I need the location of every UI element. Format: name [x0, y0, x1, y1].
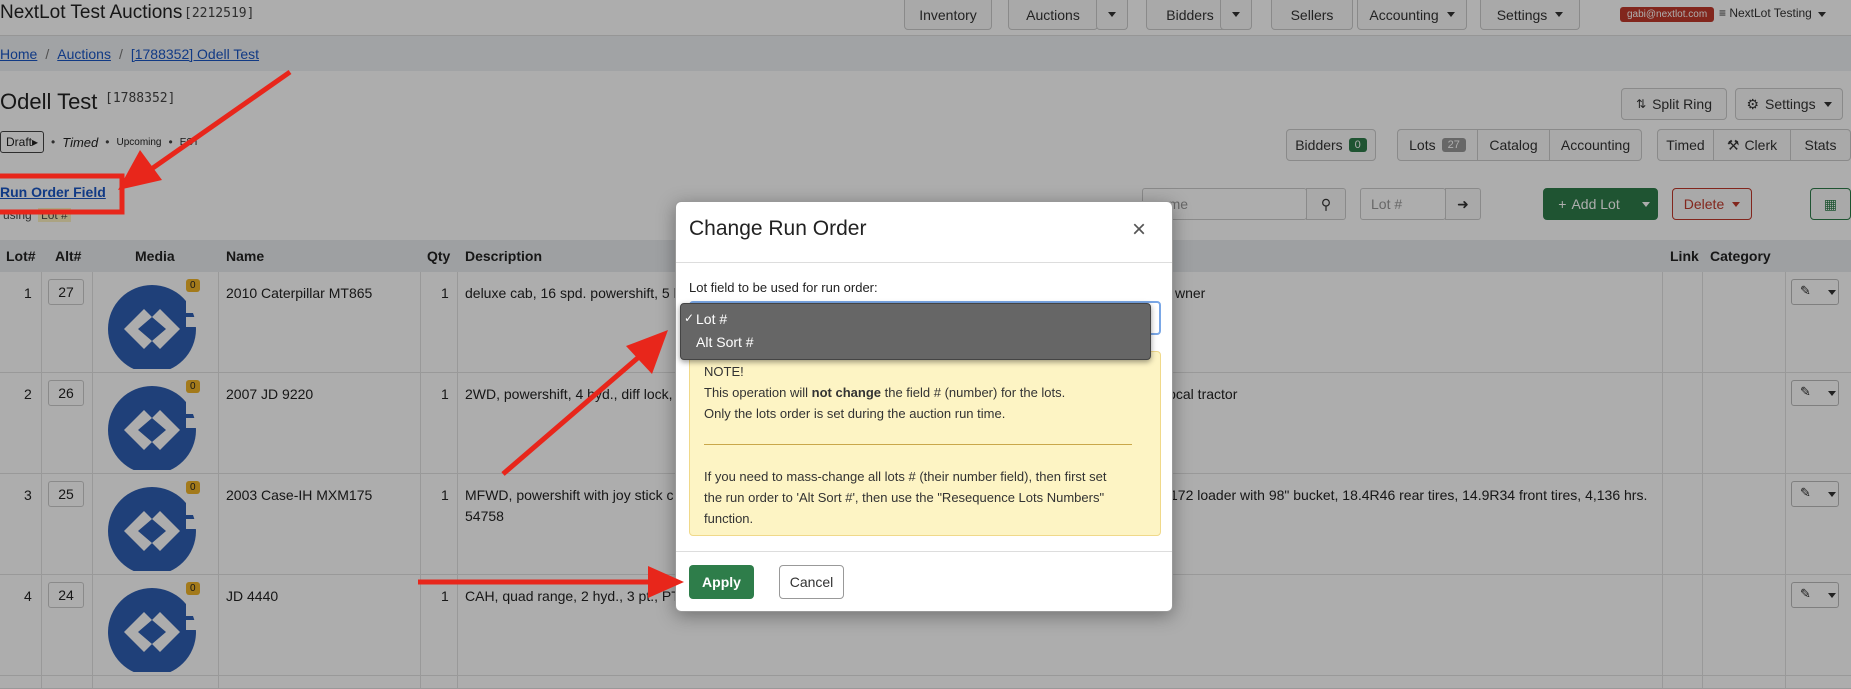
run-order-dropdown-list: ✓ Lot # Alt Sort # [680, 303, 1151, 360]
note-title: NOTE! [704, 364, 744, 379]
run-order-field-label: Lot field to be used for run order: [689, 280, 878, 295]
checkmark-icon: ✓ [684, 311, 695, 325]
note-para2-line1: If you need to mass-change all lots # (t… [704, 469, 1107, 484]
note-para2-line2: the run order to 'Alt Sort #', then use … [704, 490, 1105, 505]
note-line2: Only the lots order is set during the au… [704, 406, 1006, 421]
note-text: This operation will [704, 385, 812, 400]
modal-footer: Apply Cancel [676, 551, 1172, 613]
option-label: Lot # [696, 311, 728, 327]
note-para2-line3: function. [704, 511, 754, 526]
cancel-button[interactable]: Cancel [779, 565, 844, 599]
note-text: the field # (number) for the lots. [881, 385, 1066, 400]
option-alt-sort[interactable]: Alt Sort # [696, 334, 754, 350]
option-lot-number[interactable]: ✓ Lot # [684, 311, 728, 327]
note-alert: NOTE! This operation will not change the… [689, 351, 1161, 536]
modal-header: Change Run Order × [676, 202, 1172, 263]
change-run-order-modal: Change Run Order × Lot field to be used … [675, 201, 1173, 612]
note-emphasis: not change [811, 385, 881, 400]
option-label: Alt Sort # [696, 334, 754, 350]
note-divider [704, 444, 1132, 445]
close-icon[interactable]: × [1132, 218, 1146, 242]
apply-button[interactable]: Apply [689, 565, 754, 599]
note-line1: This operation will not change the field… [704, 382, 1065, 403]
modal-title: Change Run Order [689, 217, 867, 240]
